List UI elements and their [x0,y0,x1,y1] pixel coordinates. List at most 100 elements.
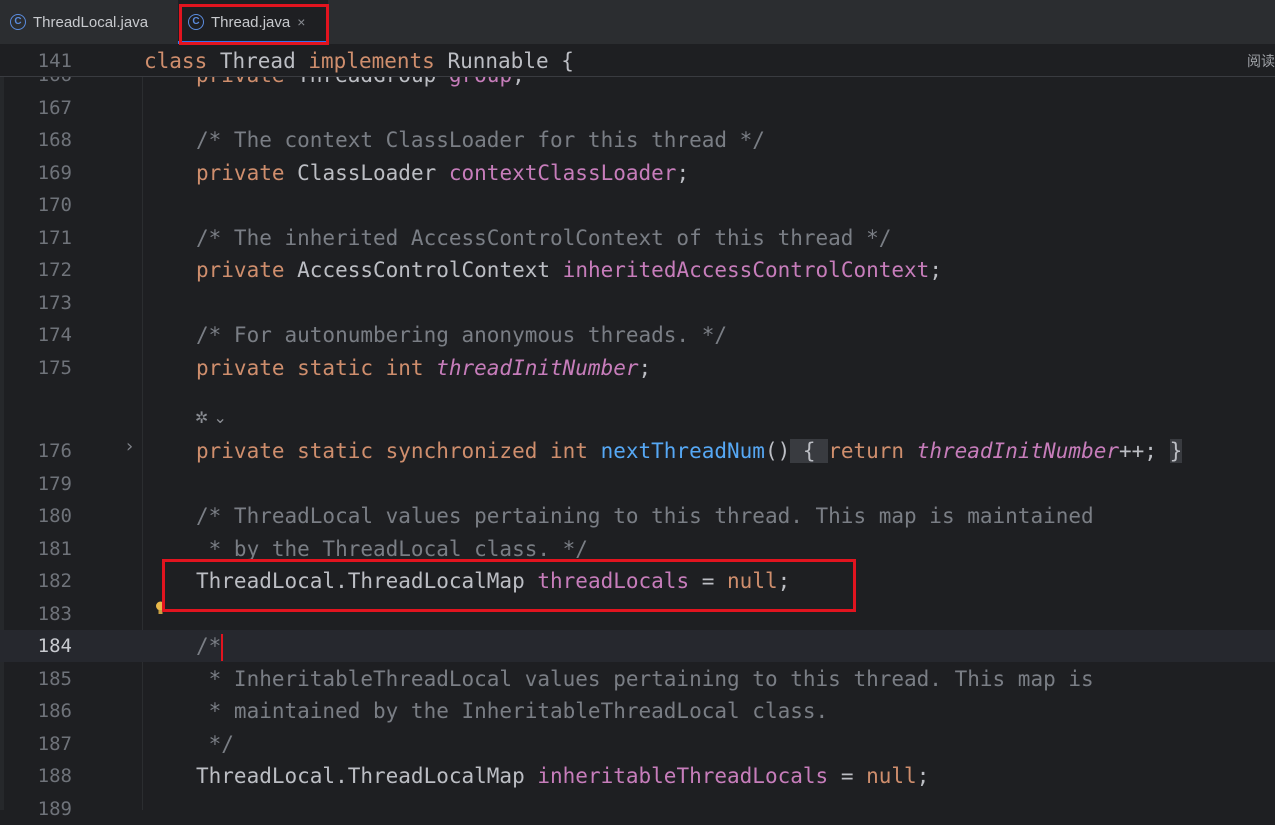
code-line[interactable]: 179 [0,468,1275,500]
class-icon: C [10,14,26,30]
code-text: * maintained by the InheritableThreadLoc… [196,695,829,727]
code-line[interactable]: 175 private static int threadInitNumber; [0,352,1275,384]
code-token: Runnable { [434,49,574,73]
line-number: 168 [37,129,72,151]
code-token: inheritedAccessControlContext [562,258,930,282]
code-token: ClassLoader [297,161,449,185]
ai-assist-icon[interactable]: ✲ ⌄ [195,408,227,427]
code-text: /* [196,630,221,662]
code-token: class [144,49,208,73]
line-number: 170 [37,194,72,216]
code-line[interactable]: 189 [0,793,1275,825]
line-number: 188 [37,765,72,787]
code-token: ++; [1119,439,1170,463]
line-number: 189 [37,798,72,820]
code-token: return [828,439,917,463]
code-token: private [196,161,298,185]
code-token: /* The inherited AccessControlContext of… [196,226,892,250]
line-number: 181 [37,538,72,560]
line-number: 187 [37,733,72,755]
annotation-box-tab [179,4,329,45]
code-token: threadInitNumber [436,356,639,380]
code-text: /* For autonumbering anonymous threads. … [196,319,727,351]
code-token: ; [676,161,690,185]
code-token: /* ThreadLocal values pertaining to this… [196,504,1094,528]
code-line[interactable]: 172 private AccessControlContext inherite… [0,254,1275,286]
code-token: nextThreadNum [600,439,765,463]
tab-label: ThreadLocal.java [33,13,149,31]
annotation-box-threadlocals [162,559,856,612]
code-token: private [196,258,298,282]
code-text: /* The inherited AccessControlContext of… [196,222,891,254]
line-number: 179 [37,473,72,495]
code-line[interactable]: 186 * maintained by the InheritableThrea… [0,695,1275,727]
code-editor[interactable]: 141 class Thread implements Runnable { 阅… [0,45,1275,820]
code-token: ; [929,258,942,282]
code-token: null [866,764,917,788]
line-number: 182 [37,570,72,592]
code-line[interactable]: 168 /* The context ClassLoader for this t… [0,124,1275,156]
code-token: { [790,439,829,463]
code-token: /* For autonumbering anonymous threads. … [196,323,728,347]
code-token: ; [638,356,652,380]
code-line[interactable]: 167 [0,92,1275,124]
code-text: private AccessControlContext inheritedAc… [196,254,942,286]
code-line[interactable]: 169 private ClassLoader contextClassLoade… [0,157,1275,189]
code-text: * InheritableThreadLocal values pertaini… [196,663,1094,695]
code-line[interactable]: 187 */ [0,728,1275,760]
code-token: contextClassLoader [448,161,677,185]
code-text: private ClassLoader contextClassLoader; [196,157,689,189]
line-number: 141 [37,50,72,72]
sticky-header[interactable]: 141 class Thread implements Runnable { 阅… [0,45,1275,77]
sticky-code-line: class Thread implements Runnable { [144,45,574,77]
line-number: 169 [37,162,72,184]
code-text: */ [196,728,234,760]
code-token: /* [196,634,222,658]
code-token: private static synchronized int [196,439,601,463]
code-token: ; [916,764,930,788]
code-token: inheritableThreadLocals [537,764,829,788]
code-line[interactable]: 173 [0,287,1275,319]
code-line[interactable]: 174 /* For autonumbering anonymous thread… [0,319,1275,351]
code-text: /* ThreadLocal values pertaining to this… [196,500,1094,532]
line-number: 176 [37,440,72,462]
line-number: 167 [37,97,72,119]
line-number: 171 [37,227,72,249]
code-text: private static synchronized int nextThre… [196,435,1183,467]
code-token: */ [196,732,234,756]
code-token: Thread [207,49,309,73]
chevron-right-icon[interactable]: › [124,436,135,457]
code-token: ThreadLocal.ThreadLocalMap [196,764,538,788]
code-line[interactable]: 171 /* The inherited AccessControlContext… [0,222,1275,254]
line-number: 175 [37,357,72,379]
code-text: ThreadLocal.ThreadLocalMap inheritableTh… [196,760,929,792]
code-line[interactable]: 176 private static synchronized int nextT… [0,435,1275,467]
code-token: } [1169,439,1183,463]
tab-threadlocal-java[interactable]: C ThreadLocal.java [0,0,172,44]
code-text: private static int threadInitNumber; [196,352,651,384]
code-token: * InheritableThreadLocal values pertaini… [196,667,1094,691]
code-token: /* The context ClassLoader for this thre… [196,128,765,152]
code-token: * by the ThreadLocal class. */ [196,537,588,561]
line-number: 180 [37,505,72,527]
reader-mode-button[interactable]: 阅读 [1247,51,1275,71]
code-line[interactable]: 180 /* ThreadLocal values pertaining to t… [0,500,1275,532]
line-number: 184 [37,635,72,657]
line-number: 183 [37,603,72,625]
code-token: = [828,764,867,788]
code-token: private static int [196,356,437,380]
line-number: 174 [37,324,72,346]
text-caret [221,634,223,661]
line-number: 172 [37,259,72,281]
code-line[interactable]: 188 ThreadLocal.ThreadLocalMap inheritabl… [0,760,1275,792]
line-number: 173 [37,292,72,314]
line-number: 186 [37,700,72,722]
current-code-line[interactable]: 184 /* [0,630,1275,662]
code-line[interactable]: 170 [0,189,1275,221]
code-token: * maintained by the InheritableThreadLoc… [196,699,829,723]
code-line[interactable]: 185 * InheritableThreadLocal values pert… [0,663,1275,695]
line-number: 185 [37,668,72,690]
code-text: /* The context ClassLoader for this thre… [196,124,765,156]
code-token: threadInitNumber [916,439,1119,463]
code-token: () [764,439,791,463]
